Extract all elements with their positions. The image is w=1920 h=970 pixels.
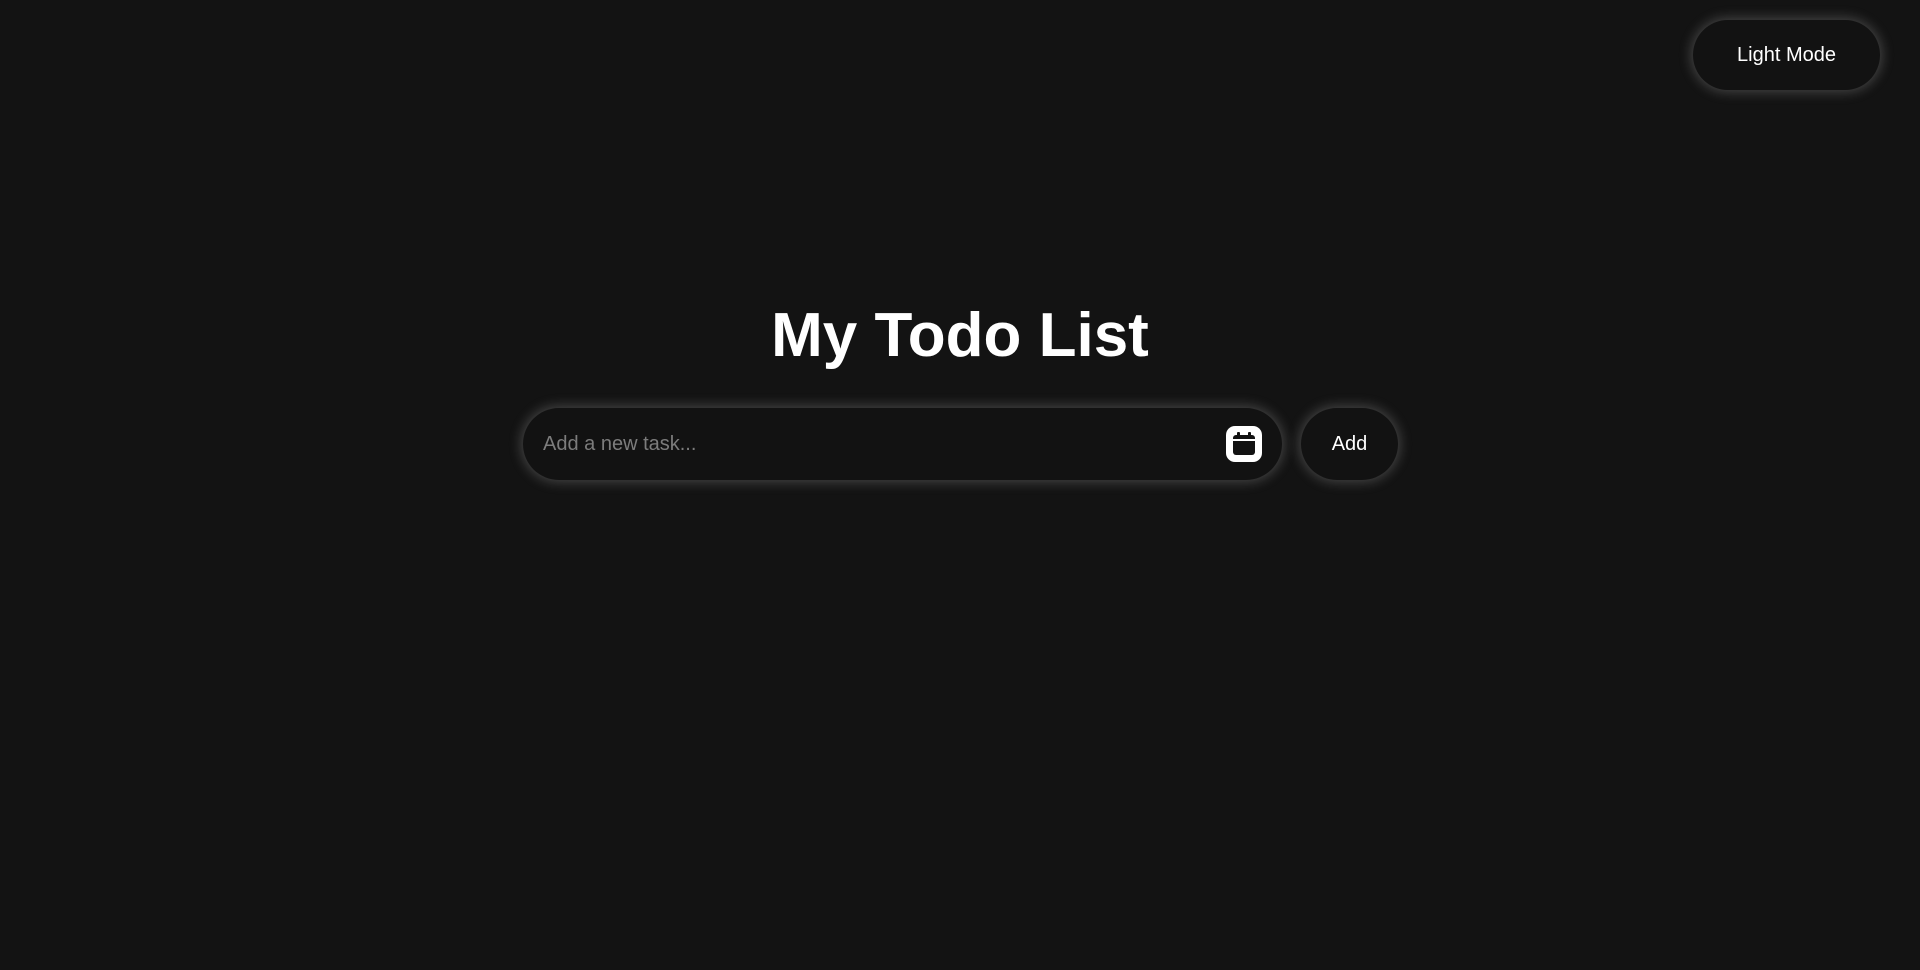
task-input-wrapper bbox=[523, 408, 1282, 480]
page-title: My Todo List bbox=[771, 301, 1149, 370]
add-task-button[interactable]: Add bbox=[1301, 408, 1398, 480]
calendar-icon[interactable] bbox=[1226, 426, 1262, 462]
task-input[interactable] bbox=[523, 408, 1226, 480]
add-task-form: Add bbox=[523, 408, 1398, 480]
todo-page: Light Mode My Todo List Add bbox=[0, 0, 1920, 970]
light-mode-toggle-button[interactable]: Light Mode bbox=[1693, 20, 1880, 90]
calendar-icon-svg bbox=[1233, 432, 1255, 455]
